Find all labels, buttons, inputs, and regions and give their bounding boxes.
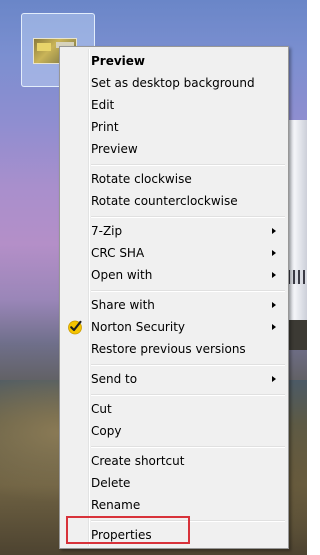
menu-separator (91, 520, 285, 522)
menu-separator (91, 446, 285, 448)
menu-item-label: Preview (91, 142, 138, 156)
menu-item-label: Set as desktop background (91, 76, 255, 90)
menu-item-label: Preview (91, 54, 146, 68)
menu-item-label: Rename (91, 498, 141, 512)
menu-item-label: Norton Security (91, 320, 185, 334)
menu-separator (91, 290, 285, 292)
desktop: Preview Set as desktop background Edit P… (0, 0, 307, 555)
menu-item-label: Rotate clockwise (91, 172, 192, 186)
menu-item-crc-sha[interactable]: CRC SHA (62, 242, 286, 264)
menu-item-edit[interactable]: Edit (62, 94, 286, 116)
menu-item-print[interactable]: Print (62, 116, 286, 138)
menu-item-preview-default[interactable]: Preview (62, 50, 286, 72)
menu-item-label: Create shortcut (91, 454, 185, 468)
menu-item-label: Cut (91, 402, 112, 416)
submenu-arrow-icon (272, 324, 276, 330)
submenu-arrow-icon (272, 272, 276, 278)
menu-item-rotate-counterclockwise[interactable]: Rotate counterclockwise (62, 190, 286, 212)
menu-item-send-to[interactable]: Send to (62, 368, 286, 390)
menu-separator (91, 216, 285, 218)
menu-item-cut[interactable]: Cut (62, 398, 286, 420)
menu-item-label: Delete (91, 476, 131, 490)
menu-item-share-with[interactable]: Share with (62, 294, 286, 316)
menu-item-label: Copy (91, 424, 122, 438)
menu-item-delete[interactable]: Delete (62, 472, 286, 494)
menu-item-open-with[interactable]: Open with (62, 264, 286, 286)
menu-item-label: Share with (91, 298, 155, 312)
menu-item-set-desktop-background[interactable]: Set as desktop background (62, 72, 286, 94)
menu-item-label: 7-Zip (91, 224, 123, 238)
submenu-arrow-icon (272, 376, 276, 382)
menu-separator (91, 364, 285, 366)
menu-item-label: Send to (91, 372, 138, 386)
menu-separator (91, 394, 285, 396)
menu-item-preview[interactable]: Preview (62, 138, 286, 160)
submenu-arrow-icon (272, 228, 276, 234)
menu-item-7zip[interactable]: 7-Zip (62, 220, 286, 242)
submenu-arrow-icon (272, 302, 276, 308)
submenu-arrow-icon (272, 250, 276, 256)
menu-item-label: Rotate counterclockwise (91, 194, 238, 208)
menu-item-label: Print (91, 120, 119, 134)
menu-item-rotate-clockwise[interactable]: Rotate clockwise (62, 168, 286, 190)
menu-item-create-shortcut[interactable]: Create shortcut (62, 450, 286, 472)
menu-item-label: Edit (91, 98, 115, 112)
menu-item-label: CRC SHA (91, 246, 145, 260)
menu-item-label: Properties (91, 528, 152, 542)
norton-check-icon (68, 320, 82, 335)
menu-item-rename[interactable]: Rename (62, 494, 286, 516)
menu-item-norton-security[interactable]: Norton Security (62, 316, 286, 338)
menu-item-label: Restore previous versions (91, 342, 246, 356)
menu-item-properties[interactable]: Properties (62, 524, 286, 546)
menu-item-copy[interactable]: Copy (62, 420, 286, 442)
menu-item-label: Open with (91, 268, 153, 282)
context-menu: Preview Set as desktop background Edit P… (59, 46, 289, 549)
menu-item-restore-previous-versions[interactable]: Restore previous versions (62, 338, 286, 360)
menu-separator (91, 164, 285, 166)
